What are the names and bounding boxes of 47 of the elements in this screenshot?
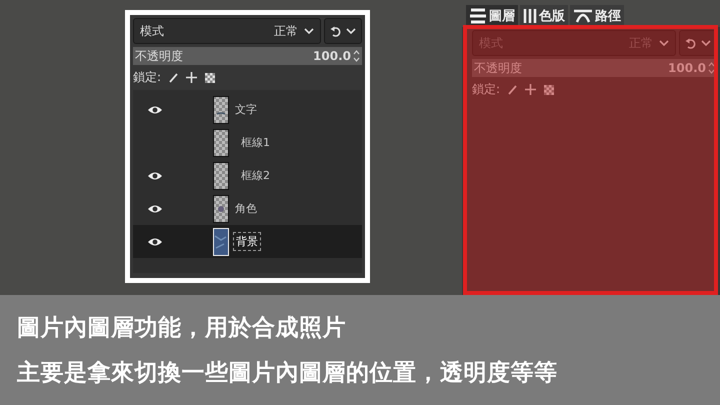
layer-thumbnail [213,228,229,256]
layer-name: 框線2 [240,168,271,184]
checkerboard-icon[interactable] [544,84,554,94]
layer-thumbnail [213,96,229,124]
layer-row[interactable]: 文字 [133,93,362,126]
eye-icon[interactable] [147,236,163,246]
caption-text: 主要是拿來切換一些圖片內圖層的位置，透明度等等 [17,359,558,388]
eye-icon[interactable] [147,104,163,114]
checkerboard-icon[interactable] [205,72,216,82]
caret-icon [659,40,669,46]
eye-icon[interactable] [147,204,163,214]
layer-name: 文字 [234,102,258,118]
layer-thumbnail [213,128,229,156]
move-icon[interactable] [186,72,198,83]
caret-icon [304,28,314,34]
undo-icon [330,26,341,36]
opacity-value: 100.0 [313,49,352,63]
layer-row[interactable]: 框線2 [133,159,362,192]
layer-row[interactable]: 框線1 [133,126,362,159]
undo-icon [685,38,696,48]
layers-icon [469,7,487,25]
channels-icon [523,8,537,24]
layer-name: 框線1 [240,135,271,151]
layer-row[interactable]: 角色 [133,192,362,225]
spin-arrows-icon[interactable] [353,49,360,63]
opacity-slider[interactable]: 不透明度 100.0 [133,47,362,65]
eye-icon[interactable] [147,170,163,180]
opacity-label: 不透明度 [473,60,523,76]
layer-thumbnail [213,162,229,190]
composite-dropdown[interactable] [324,18,362,44]
panel-tab[interactable]: 圖層 [466,5,518,27]
brush-icon[interactable] [169,72,178,82]
lock-label: 鎖定: [133,69,162,86]
caret-icon [346,28,356,34]
caret-icon [701,40,711,46]
opacity-label: 不透明度 [134,48,184,64]
caption-text: 圖片內圖層功能，用於合成照片 [17,314,347,343]
lock-label: 鎖定: [472,81,500,98]
layer-name: 背景 [233,232,261,251]
panel-tab[interactable]: 路徑 [570,5,624,27]
paths-icon [573,8,593,24]
layer-row[interactable]: 背景 [133,225,362,258]
layer-thumbnail [213,194,229,222]
layer-name: 角色 [234,201,258,217]
panel-tab[interactable]: 色版 [520,5,568,27]
opacity-value: 100.0 [668,61,707,75]
mode-dropdown[interactable]: 模式 正常 [133,18,321,44]
